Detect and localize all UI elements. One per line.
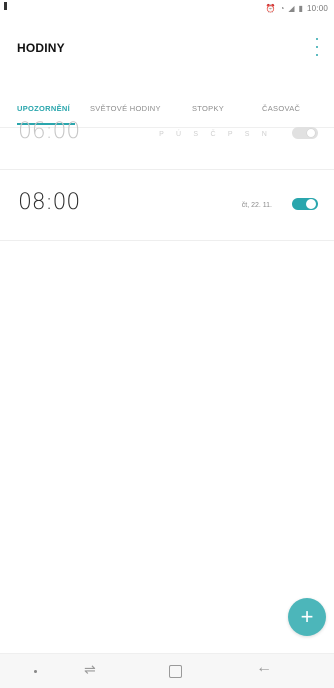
alarm-row-2[interactable]: 08:00 čt, 22. 11.	[0, 176, 334, 241]
more-vertical-icon[interactable]	[312, 38, 322, 56]
alarm-time: 06:00	[18, 119, 80, 144]
add-alarm-button[interactable]: +	[288, 598, 326, 636]
alarm-row-1[interactable]: 06:00 P Ú S Č P S N	[0, 105, 334, 170]
wifi-icon: ◔	[279, 4, 285, 13]
status-corner-mark	[4, 2, 7, 10]
status-icons: ⏰ ◔ ◢ ▮ 10:00	[266, 4, 328, 13]
nav-dot-icon	[34, 670, 37, 673]
recent-apps-icon[interactable]: ⇌	[84, 661, 96, 678]
home-icon[interactable]	[169, 665, 182, 678]
alarm-toggle[interactable]	[292, 127, 318, 139]
alarm-time: 08:00	[18, 190, 80, 215]
alarm-date: čt, 22. 11.	[241, 202, 272, 209]
app-header: HODINY	[0, 28, 334, 64]
toggle-knob	[306, 199, 316, 209]
add-icon: +	[300, 604, 314, 629]
page-title: HODINY	[17, 41, 65, 55]
alarm-days: P Ú S Č P S N	[159, 131, 272, 138]
alarm-toggle[interactable]	[292, 198, 318, 210]
alarm-clock-icon: ⏰	[265, 4, 276, 13]
status-bar: ⏰ ◔ ◢ ▮ 10:00	[0, 0, 334, 22]
back-icon[interactable]: ←	[256, 659, 272, 677]
status-time: 10:00	[306, 4, 328, 13]
navigation-bar: ⇌ ←	[0, 653, 334, 688]
battery-icon: ▮	[298, 4, 303, 13]
toggle-knob	[306, 128, 316, 138]
signal-icon: ◢	[288, 4, 295, 13]
